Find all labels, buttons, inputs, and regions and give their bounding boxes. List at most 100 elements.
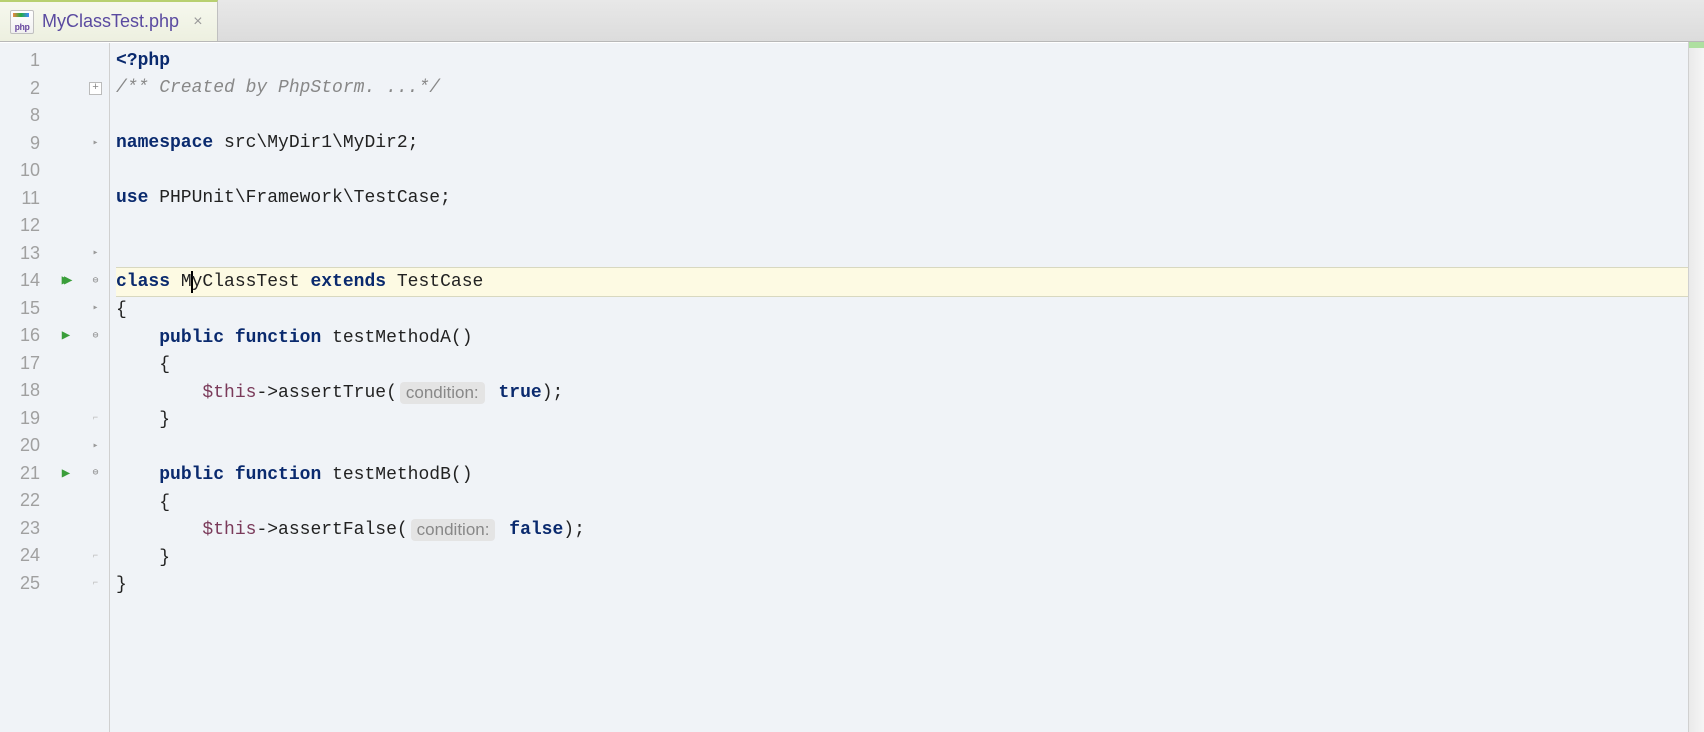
method-name: testMethodB()	[321, 465, 472, 485]
code-line	[116, 157, 1704, 185]
brace: }	[159, 548, 170, 568]
keyword: class	[116, 272, 170, 292]
variable: $this	[202, 520, 256, 540]
tab-label: MyClassTest.php	[42, 11, 179, 32]
line-number: 20	[0, 432, 40, 460]
php-open-tag: <?php	[116, 51, 170, 71]
keyword: namespace	[116, 133, 213, 153]
code-line: }	[116, 407, 1704, 435]
use-path: PHPUnit\Framework\TestCase;	[148, 188, 450, 208]
code-line	[116, 434, 1704, 462]
line-number: 24	[0, 542, 40, 570]
line-number: 1	[0, 47, 40, 75]
line-number: 22	[0, 487, 40, 515]
brace: {	[159, 493, 170, 513]
collapse-fold-icon[interactable]: ⊖	[92, 330, 98, 342]
namespace-path: src\MyDir1\MyDir2;	[213, 133, 418, 153]
parent-class: TestCase	[386, 272, 483, 292]
line-number: 2	[0, 75, 40, 103]
line-number: 10	[0, 157, 40, 185]
arrow: ->	[256, 383, 278, 403]
code-line: {	[116, 297, 1704, 325]
code-line: namespace src\MyDir1\MyDir2;	[116, 130, 1704, 158]
brace: }	[116, 575, 127, 595]
code-line: {	[116, 352, 1704, 380]
fold-gutter[interactable]: + ▸ ▸ ⊖ ▸ ⊖ ⌐ ▸ ⊖ ⌐ ⌐	[82, 43, 110, 732]
line-number-gutter[interactable]: 128910111213141516171819202122232425	[0, 43, 50, 732]
collapse-fold-icon[interactable]: ⊖	[92, 467, 98, 479]
php-file-icon	[10, 10, 34, 34]
keyword: public	[159, 465, 224, 485]
parameter-hint: condition:	[411, 519, 496, 541]
line-number: 14	[0, 267, 40, 295]
close-icon[interactable]: ×	[193, 13, 203, 31]
code-line: public function testMethodB()	[116, 462, 1704, 490]
line-number: 17	[0, 350, 40, 378]
parameter-hint: condition:	[400, 382, 485, 404]
keyword: public	[159, 328, 224, 348]
line-number: 13	[0, 240, 40, 268]
code-line: public function testMethodA()	[116, 324, 1704, 352]
code-line: use PHPUnit\Framework\TestCase;	[116, 185, 1704, 213]
code-line	[116, 212, 1704, 240]
fold-handle-icon[interactable]: ▸	[92, 247, 98, 259]
doc-comment: /** Created by PhpStorm. ...*/	[116, 78, 440, 98]
keyword: function	[235, 465, 321, 485]
keyword: function	[235, 328, 321, 348]
run-gutter[interactable]: ▶▶▶▶	[50, 43, 82, 732]
brace: }	[159, 410, 170, 430]
line-number: 12	[0, 212, 40, 240]
line-number: 11	[0, 185, 40, 213]
line-number: 25	[0, 570, 40, 598]
class-name: yClassTest	[192, 272, 311, 292]
code-line	[116, 240, 1704, 268]
code-line	[116, 102, 1704, 130]
code-area[interactable]: <?php /** Created by PhpStorm. ...*/ nam…	[110, 43, 1704, 732]
run-class-icon[interactable]: ▶▶	[62, 272, 71, 289]
line-number: 16	[0, 322, 40, 350]
code-line: }	[116, 572, 1704, 600]
editor-tab[interactable]: MyClassTest.php ×	[0, 0, 218, 41]
keyword: extends	[310, 272, 386, 292]
collapse-fold-icon[interactable]: ⊖	[92, 275, 98, 287]
code-line: $this->assertFalse(condition: false);	[116, 517, 1704, 545]
tab-bar: MyClassTest.php ×	[0, 0, 1704, 42]
arrow: ->	[256, 520, 278, 540]
fold-end-icon: ⌐	[93, 551, 98, 561]
code-line: /** Created by PhpStorm. ...*/	[116, 75, 1704, 103]
code-line: {	[116, 489, 1704, 517]
method-name: testMethodA()	[321, 328, 472, 348]
code-line-highlighted: class MyClassTest extends TestCase	[116, 268, 1704, 296]
method-call: assertTrue(	[278, 383, 397, 403]
punc: );	[542, 383, 564, 403]
fold-handle-icon[interactable]: ▸	[92, 440, 98, 452]
editor: 128910111213141516171819202122232425 ▶▶▶…	[0, 42, 1704, 732]
code-line: }	[116, 544, 1704, 572]
method-call: assertFalse(	[278, 520, 408, 540]
line-number: 15	[0, 295, 40, 323]
code-line: <?php	[116, 47, 1704, 75]
line-number: 21	[0, 460, 40, 488]
line-number: 19	[0, 405, 40, 433]
fold-handle-icon[interactable]: ▸	[92, 302, 98, 314]
line-number: 9	[0, 130, 40, 158]
run-test-icon[interactable]: ▶	[62, 327, 70, 344]
fold-handle-icon[interactable]: ▸	[92, 137, 98, 149]
line-number: 8	[0, 102, 40, 130]
line-number: 23	[0, 515, 40, 543]
keyword: true	[498, 383, 541, 403]
code-line: $this->assertTrue(condition: true);	[116, 379, 1704, 407]
brace: {	[159, 355, 170, 375]
vertical-scrollbar[interactable]	[1688, 42, 1704, 732]
line-number: 18	[0, 377, 40, 405]
fold-end-icon: ⌐	[93, 578, 98, 588]
fold-end-icon: ⌐	[93, 413, 98, 423]
punc: );	[563, 520, 585, 540]
class-name: M	[170, 272, 192, 292]
expand-fold-icon[interactable]: +	[89, 82, 102, 95]
brace: {	[116, 300, 127, 320]
run-test-icon[interactable]: ▶	[62, 465, 70, 482]
keyword: false	[509, 520, 563, 540]
variable: $this	[202, 383, 256, 403]
keyword: use	[116, 188, 148, 208]
